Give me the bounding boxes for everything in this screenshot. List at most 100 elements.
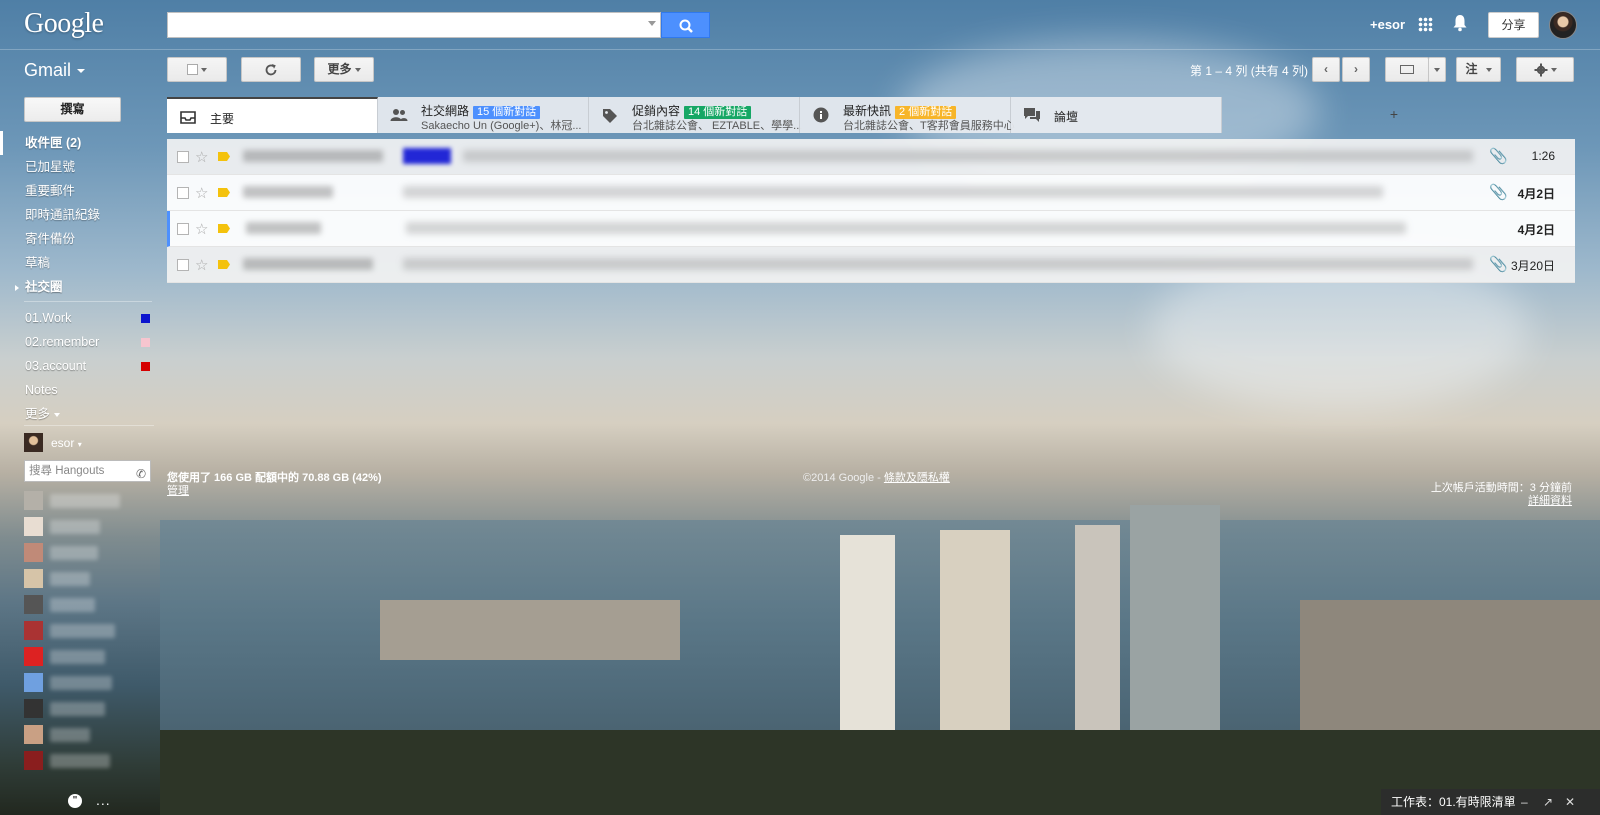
sidebar-item-circles[interactable]: 社交圈: [0, 275, 160, 299]
sidebar-item-important[interactable]: 重要郵件: [0, 179, 160, 203]
sidebar-item-starred[interactable]: 已加星號: [0, 155, 160, 179]
tab-promotions[interactable]: 促銷內容 14 個新對話 台北雜誌公會、 EZTABLE、學學...: [589, 97, 802, 133]
hangouts-search-input[interactable]: 搜尋 Hangouts ✆: [24, 460, 151, 482]
tab-label: 主要: [210, 112, 235, 126]
row-checkbox[interactable]: [177, 151, 189, 163]
contact-avatar[interactable]: [24, 725, 43, 744]
contact-name[interactable]: [50, 754, 110, 768]
chevron-down-icon: [1434, 67, 1440, 72]
select-button[interactable]: [167, 57, 227, 82]
star-icon[interactable]: ☆: [195, 256, 208, 274]
importance-marker-icon[interactable]: [218, 188, 230, 197]
contact-avatar[interactable]: [24, 517, 43, 536]
contact-avatar[interactable]: [24, 595, 43, 614]
contact-name[interactable]: [50, 702, 105, 716]
star-icon[interactable]: ☆: [195, 184, 208, 202]
older-button[interactable]: ›: [1342, 57, 1370, 82]
row-checkbox[interactable]: [177, 187, 189, 199]
terms-privacy-link[interactable]: 條款及隱私權: [884, 472, 950, 484]
apps-grid-icon[interactable]: [1418, 17, 1433, 32]
tab-primary[interactable]: 主要: [167, 97, 378, 133]
label-color-swatch[interactable]: [141, 362, 150, 371]
compose-button[interactable]: 撰寫: [24, 97, 121, 122]
email-row[interactable]: ☆ 📎 4月2日: [167, 175, 1575, 211]
contact-name[interactable]: [50, 494, 120, 508]
user-link[interactable]: +esor: [1370, 17, 1405, 32]
sidebar-item-inbox[interactable]: 收件匣 (2): [0, 131, 160, 155]
notifications-bell-icon[interactable]: [1452, 14, 1468, 32]
google-logo[interactable]: Google: [24, 8, 104, 40]
row-checkbox[interactable]: [177, 223, 189, 235]
search-icon: [679, 19, 693, 33]
chevron-down-icon: [1485, 67, 1492, 72]
sidebar-item-label-work[interactable]: 01.Work: [0, 306, 160, 330]
label-color-swatch[interactable]: [141, 338, 150, 347]
email-list: ☆ 📎 1:26 ☆ 📎 4月2日 ☆ 4月2日 ☆ 📎 3月20日: [167, 139, 1575, 283]
share-button[interactable]: 分享: [1488, 12, 1539, 38]
email-row[interactable]: ☆ 📎 3月20日: [167, 247, 1575, 283]
contact-avatar[interactable]: [24, 751, 43, 770]
phone-icon[interactable]: ✆: [136, 464, 146, 484]
more-options-icon[interactable]: ...: [96, 792, 111, 808]
tab-social[interactable]: 社交網路 15 個新對話 Sakaecho Un (Google+)、林冠...: [378, 97, 589, 133]
density-button[interactable]: [1385, 57, 1429, 82]
tab-forums[interactable]: 論壇: [1011, 97, 1222, 133]
contact-name[interactable]: [50, 676, 112, 690]
sidebar-item-label-account[interactable]: 03.account: [0, 354, 160, 378]
sidebar-item-sent[interactable]: 寄件備份: [0, 227, 160, 251]
email-snippet: [463, 150, 1473, 162]
tab-updates[interactable]: 最新快訊 2 個新對話 台北雜誌公會、T客邦會員服務中心: [800, 97, 1015, 133]
input-tools-button[interactable]: 注: [1456, 57, 1501, 82]
email-row[interactable]: ☆ 📎 1:26: [167, 139, 1575, 175]
close-icon[interactable]: ✕: [1565, 789, 1575, 815]
contact-name[interactable]: [50, 650, 105, 664]
sidebar-item-more[interactable]: 更多: [0, 402, 160, 426]
sidebar-item-chats[interactable]: 即時通訊紀錄: [0, 203, 160, 227]
search-input[interactable]: [167, 12, 661, 38]
tasks-window-bar[interactable]: 工作表：01.有時限清單 – ↗ ✕: [1381, 789, 1600, 815]
density-dropdown[interactable]: [1428, 57, 1446, 82]
popout-icon[interactable]: ↗: [1543, 789, 1553, 815]
contact-name[interactable]: [50, 728, 90, 742]
row-checkbox[interactable]: [177, 259, 189, 271]
island: [380, 600, 680, 660]
sidebar-item-notes[interactable]: Notes: [0, 378, 160, 402]
activity-details-link[interactable]: 詳細資料: [1528, 492, 1572, 508]
more-button[interactable]: 更多: [314, 57, 374, 82]
sidebar-item-label-remember[interactable]: 02.remember: [0, 330, 160, 354]
settings-button[interactable]: [1516, 57, 1574, 82]
hangouts-search-placeholder: 搜尋 Hangouts: [29, 465, 105, 477]
contact-avatar[interactable]: [24, 491, 43, 510]
contact-name[interactable]: [50, 598, 95, 612]
contact-name[interactable]: [50, 624, 115, 638]
hangouts-icon[interactable]: ": [68, 794, 82, 808]
manage-storage-link[interactable]: 管理: [167, 482, 189, 498]
email-row[interactable]: ☆ 4月2日: [167, 211, 1575, 247]
importance-marker-icon[interactable]: [218, 260, 230, 269]
account-avatar[interactable]: [1549, 11, 1577, 39]
contact-avatar[interactable]: [24, 543, 43, 562]
importance-marker-icon[interactable]: [218, 152, 230, 161]
sidebar-item-label: 01.Work: [25, 311, 72, 325]
contact-avatar[interactable]: [24, 673, 43, 692]
search-options-icon[interactable]: [648, 21, 656, 26]
gmail-menu[interactable]: Gmail: [24, 60, 86, 81]
contact-avatar[interactable]: [24, 699, 43, 718]
add-tab-button[interactable]: +: [1385, 97, 1403, 133]
star-icon[interactable]: ☆: [195, 148, 208, 166]
contact-avatar[interactable]: [24, 569, 43, 588]
contact-avatar[interactable]: [24, 647, 43, 666]
refresh-button[interactable]: [241, 57, 301, 82]
contact-name[interactable]: [50, 546, 98, 560]
newer-button[interactable]: ‹: [1312, 57, 1340, 82]
contact-avatar[interactable]: [24, 621, 43, 640]
sidebar-item-drafts[interactable]: 草稿: [0, 251, 160, 275]
avatar: [24, 433, 43, 452]
importance-marker-icon[interactable]: [218, 224, 230, 233]
contact-name[interactable]: [50, 520, 100, 534]
star-icon[interactable]: ☆: [195, 220, 208, 238]
search-button[interactable]: [661, 12, 710, 38]
minimize-icon[interactable]: –: [1521, 789, 1528, 815]
label-color-swatch[interactable]: [141, 314, 150, 323]
contact-name[interactable]: [50, 572, 90, 586]
